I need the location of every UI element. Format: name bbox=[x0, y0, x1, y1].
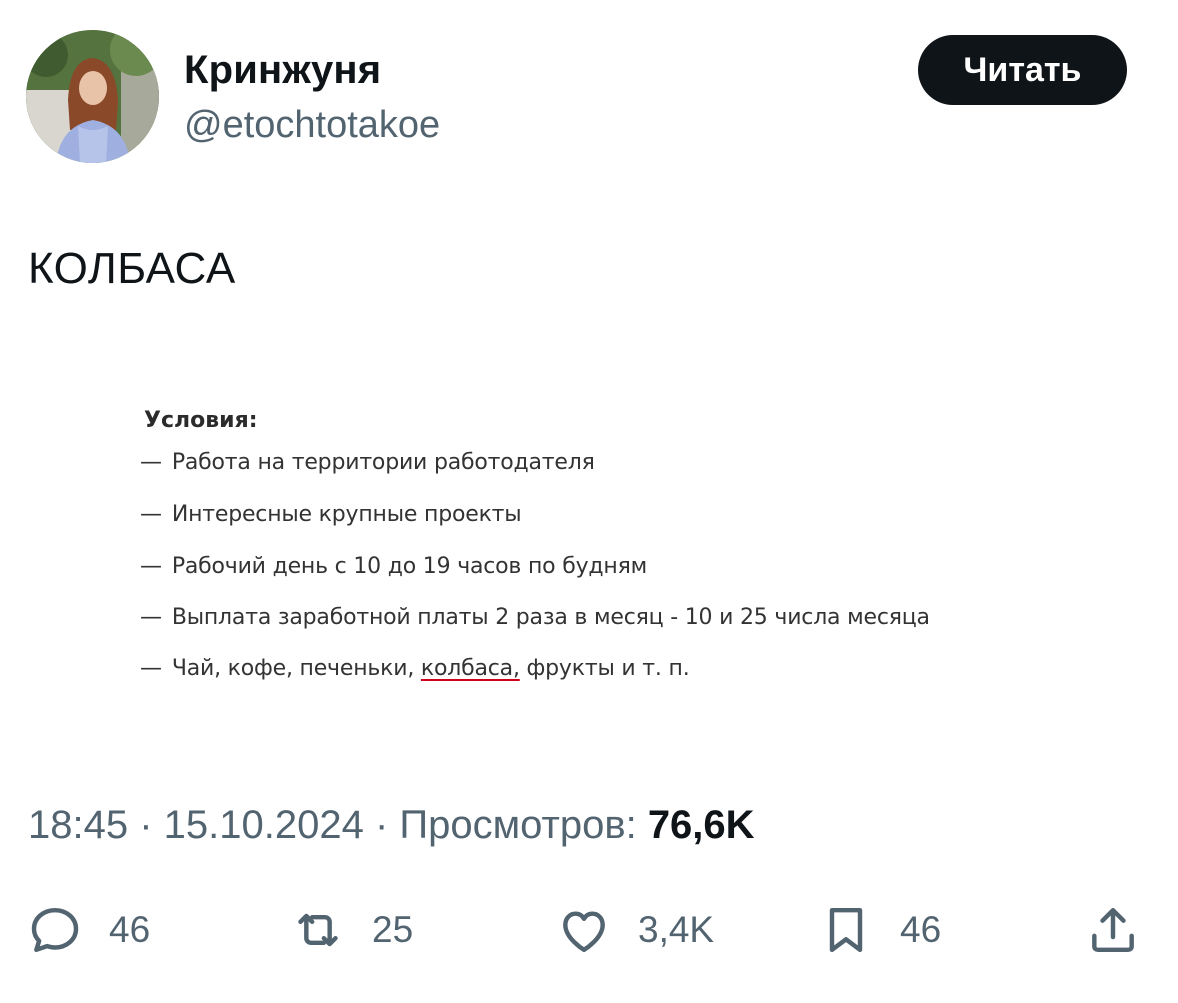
avatar[interactable] bbox=[26, 30, 159, 163]
condition-text: Рабочий день с 10 до 19 часов по будням bbox=[171, 554, 648, 579]
share-button[interactable] bbox=[1085, 895, 1141, 965]
tweet-date[interactable]: 15.10.2024 bbox=[164, 803, 364, 847]
condition-text: фрукты и т. п. bbox=[519, 656, 690, 681]
dash: — bbox=[140, 502, 162, 527]
meta-separator: · bbox=[363, 803, 400, 847]
conditions-title: Условия: bbox=[144, 408, 258, 433]
meta-separator: · bbox=[128, 803, 164, 847]
views-count: 76,6K bbox=[647, 803, 755, 847]
bookmark-icon bbox=[829, 907, 863, 953]
bookmark-count: 46 bbox=[900, 909, 942, 950]
user-handle[interactable]: @etochtotakoe bbox=[184, 104, 440, 147]
tweet-text: КОЛБАСА bbox=[28, 244, 236, 293]
retweet-icon bbox=[298, 913, 338, 947]
like-count: 3,4K bbox=[638, 909, 715, 950]
condition-item: — Выплата заработной платы 2 раза в месяц… bbox=[140, 605, 930, 630]
dash: — bbox=[140, 554, 162, 579]
condition-text: Выплата заработной платы 2 раза в месяц … bbox=[171, 605, 930, 630]
tweet-image[interactable]: Условия: — Работа на территории работодат… bbox=[132, 398, 1082, 698]
display-name[interactable]: Кринжуня bbox=[184, 48, 381, 93]
condition-text: Работа на территории работодателя bbox=[171, 450, 595, 475]
retweet-count: 25 bbox=[372, 909, 414, 950]
views-label: Просмотров: bbox=[399, 803, 648, 847]
condition-item: — Чай, кофе, печеньки, колбаса, фрукты и … bbox=[140, 656, 690, 681]
reply-icon bbox=[31, 907, 79, 953]
condition-text: Интересные крупные проекты bbox=[171, 502, 522, 527]
follow-button[interactable]: Читать bbox=[918, 35, 1127, 105]
dash: — bbox=[140, 605, 162, 630]
condition-item: — Рабочий день с 10 до 19 часов по будням bbox=[140, 554, 647, 579]
condition-text: Чай, кофе, печеньки, bbox=[171, 656, 421, 681]
reply-button[interactable]: 46 bbox=[27, 895, 150, 965]
dash: — bbox=[140, 450, 162, 475]
avatar-image bbox=[26, 30, 159, 163]
retweet-button[interactable]: 25 bbox=[290, 895, 413, 965]
condition-item: — Работа на территории работодателя bbox=[140, 450, 595, 475]
heart-icon bbox=[563, 911, 605, 953]
dash: — bbox=[140, 656, 162, 681]
tweet-time[interactable]: 18:45 bbox=[28, 803, 128, 847]
bookmark-button[interactable]: 46 bbox=[818, 895, 941, 965]
share-icon bbox=[1092, 907, 1134, 953]
like-button[interactable]: 3,4K bbox=[556, 895, 714, 965]
tweet-meta: 18:45 · 15.10.2024 · Просмотров: 76,6K bbox=[28, 803, 755, 848]
action-bar: 46 25 3,4K 46 bbox=[0, 895, 1178, 965]
condition-item: — Интересные крупные проекты bbox=[140, 502, 522, 527]
reply-count: 46 bbox=[109, 909, 151, 950]
highlighted-word: колбаса, bbox=[420, 656, 520, 681]
